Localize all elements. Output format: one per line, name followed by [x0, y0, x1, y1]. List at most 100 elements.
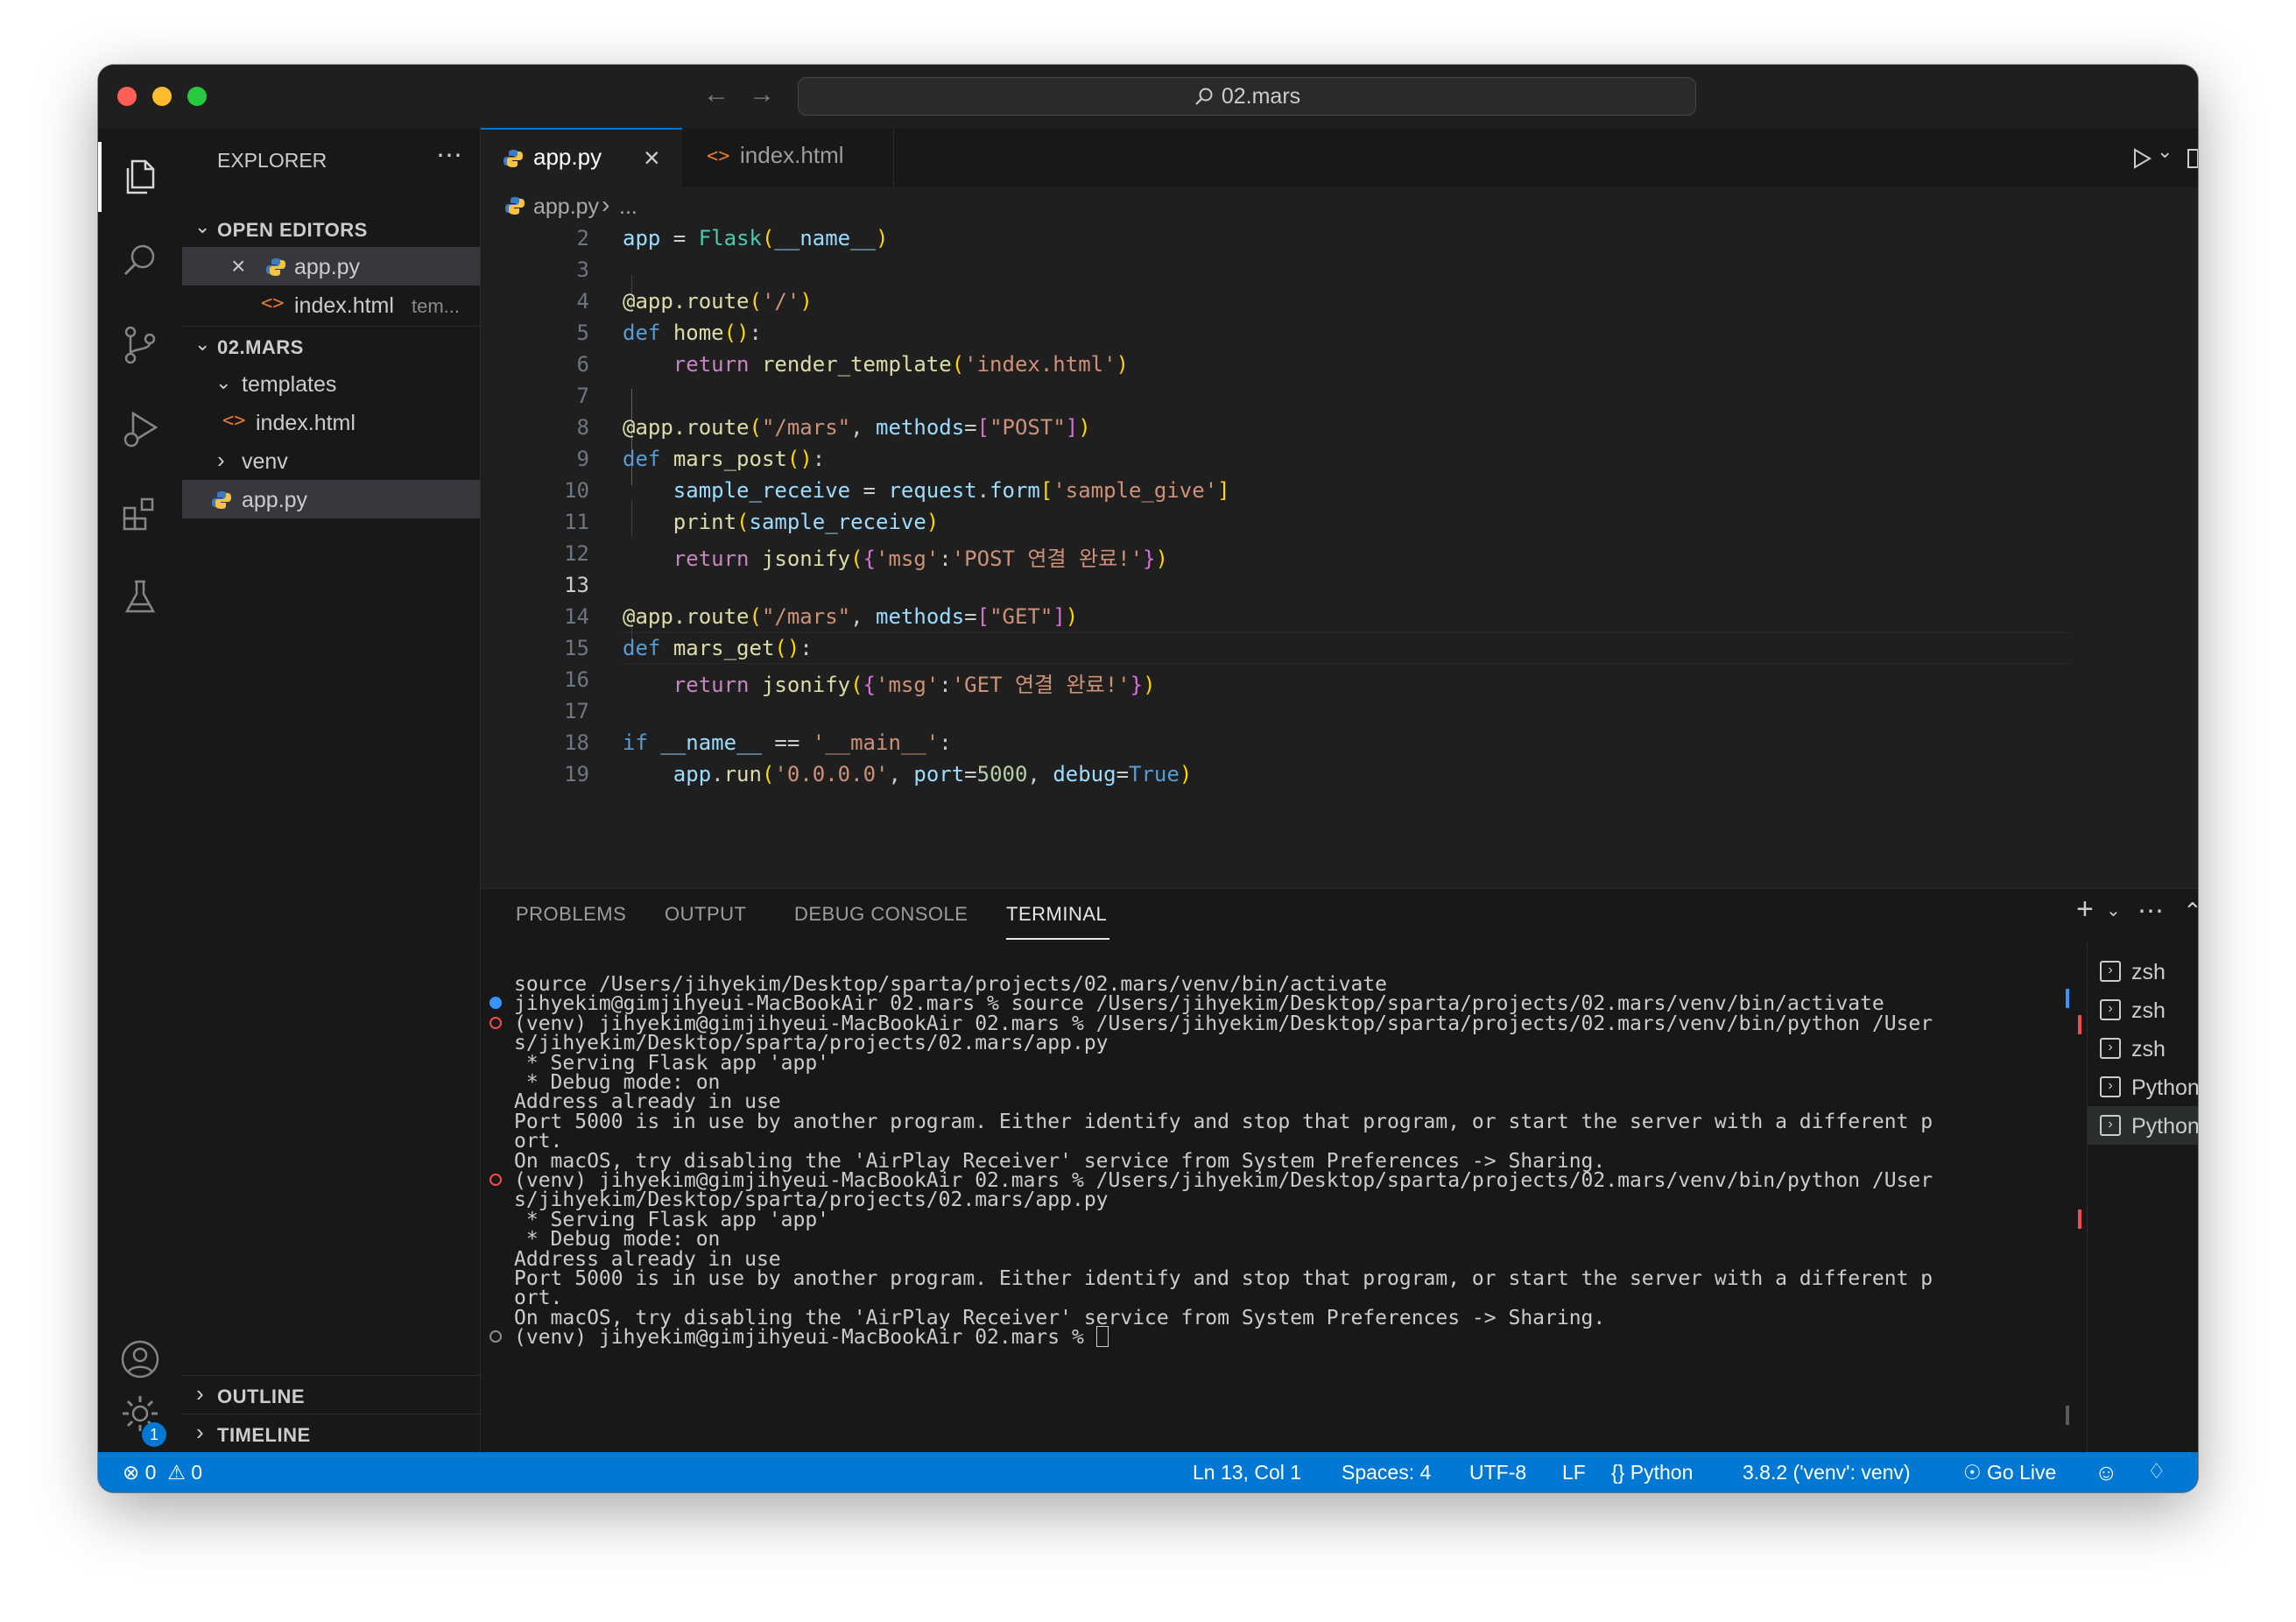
code-line: @app.route("/mars", methods=["GET"]) [623, 604, 1079, 629]
python-file-icon [505, 197, 525, 215]
active-tab-underline [1006, 938, 1109, 940]
editor-tabs: app.py × <> index.html ⌄ ⋯ [481, 128, 2198, 188]
python-file-icon [504, 150, 523, 167]
open-editor-index-html[interactable]: <> index.html tem... [182, 286, 480, 324]
feedback-icon[interactable]: ☺ [2095, 1452, 2118, 1492]
tab-index-html[interactable]: <> index.html [684, 128, 894, 187]
testing-activity[interactable] [98, 559, 182, 636]
terminal-list-item[interactable]: › Python [2088, 1068, 2198, 1106]
tab-output[interactable]: OUTPUT [665, 903, 746, 926]
terminal-list-item[interactable]: › zsh [2088, 952, 2198, 991]
extensions-activity[interactable] [98, 475, 182, 552]
bell-icon[interactable]: ♢ [2147, 1452, 2166, 1492]
breadcrumb-symbols[interactable]: ... [619, 194, 637, 220]
close-icon[interactable]: × [644, 142, 660, 174]
tree-folder-templates[interactable]: ⌄ templates [182, 364, 480, 403]
notification-badge: 1 [142, 1422, 166, 1447]
close-icon[interactable]: × [231, 252, 245, 280]
command-success-icon[interactable] [489, 997, 502, 1010]
tab-problems[interactable]: PROBLEMS [516, 903, 626, 926]
tab-terminal[interactable]: TERMINAL [1006, 903, 1107, 926]
encoding-status[interactable]: UTF-8 [1469, 1452, 1526, 1492]
html-file-icon: <> [707, 145, 730, 167]
breadcrumb: app.py › ... [481, 187, 2198, 226]
new-terminal-icon[interactable]: + [2076, 892, 2094, 927]
cursor-position[interactable]: Ln 13, Col 1 [1193, 1452, 1301, 1492]
close-window-button[interactable] [117, 87, 137, 106]
code-line: sample_receive = request.form['sample_gi… [673, 478, 1230, 503]
tree-file-index-html[interactable]: <> index.html [182, 403, 480, 441]
code-line: @app.route('/') [623, 289, 813, 314]
terminal-list-label: zsh [2131, 998, 2166, 1023]
split-editor-icon[interactable] [2187, 147, 2198, 170]
code-line: @app.route("/mars", methods=["POST"]) [623, 415, 1091, 440]
bottom-panel: PROBLEMS OUTPUT DEBUG CONSOLE TERMINAL +… [481, 888, 2198, 1453]
chevron-right-icon: › [217, 447, 225, 473]
open-editors-header[interactable]: ⌄ OPEN EDITORS [182, 208, 480, 247]
forward-arrow-icon[interactable]: → [744, 77, 779, 112]
terminal-output[interactable]: source /Users/jihyekim/Desktop/sparta/pr… [481, 973, 2087, 1446]
code-editor[interactable]: 2 3 4 5 6 7 8 9 10 11 12 13 14 15 16 17 … [481, 226, 2198, 888]
more-actions-icon[interactable]: ⋯ [2138, 896, 2166, 927]
code-line: return render_template('index.html') [673, 352, 1129, 377]
line-number: 13 [564, 573, 589, 597]
tree-item-label: app.py [242, 488, 308, 512]
code-line: return jsonify({'msg':'GET 연결 완료!'}) [673, 673, 1156, 697]
activity-bar: 1 [98, 128, 183, 1452]
tab-debug-console[interactable]: DEBUG CONSOLE [794, 903, 968, 926]
current-line-highlight [621, 632, 2071, 664]
maximize-panel-icon[interactable]: ⌃ [2183, 898, 2198, 925]
command-failed-icon[interactable] [489, 1174, 502, 1186]
python-file-icon [212, 491, 231, 509]
terminal-list-item[interactable]: › zsh [2088, 1029, 2198, 1068]
tree-item-label: index.html [256, 411, 356, 435]
eol-status[interactable]: LF [1562, 1452, 1586, 1492]
open-editor-app-py[interactable]: × app.py [182, 247, 480, 286]
command-failed-icon[interactable] [489, 1016, 502, 1029]
line-number: 10 [564, 478, 589, 503]
problems-status[interactable]: ⊗ 0 ⚠ 0 [123, 1452, 202, 1492]
chevron-down-icon[interactable]: ⌄ [2106, 899, 2121, 921]
run-icon[interactable] [2130, 147, 2153, 170]
source-control-activity[interactable] [98, 307, 182, 384]
terminal-line: Port 5000 is in use by another program. … [514, 1110, 1933, 1133]
outline-header[interactable]: › OUTLINE [182, 1375, 480, 1414]
tab-app-py[interactable]: app.py × [481, 128, 682, 187]
timeline-header[interactable]: › TIMELINE [182, 1414, 480, 1452]
chevron-down-icon[interactable]: ⌄ [2157, 140, 2173, 163]
terminal-list-item[interactable]: › zsh [2088, 991, 2198, 1029]
line-number: 6 [576, 352, 589, 377]
project-header[interactable]: ⌄ 02.MARS [182, 326, 480, 364]
chevron-down-icon: ⌄ [215, 371, 232, 393]
breadcrumb-file[interactable]: app.py [533, 194, 599, 220]
terminal-line: (venv) jihyekim@gimjihyeui-MacBookAir 02… [514, 1326, 1109, 1349]
maximize-window-button[interactable] [187, 87, 207, 106]
go-live-button[interactable]: ☉ Go Live [1963, 1452, 2056, 1492]
tree-folder-venv[interactable]: › venv [182, 441, 480, 480]
html-file-icon: <> [222, 410, 246, 432]
source-control-icon [124, 326, 156, 364]
scroll-marker [2078, 1209, 2081, 1229]
more-actions-icon[interactable]: ⋯ [436, 140, 464, 171]
terminal-list: › zsh › zsh › zsh › Python › Python [2087, 941, 2198, 1453]
terminal-list-label: zsh [2131, 960, 2166, 984]
language-status[interactable]: {} Python [1611, 1452, 1693, 1492]
line-number: 15 [564, 636, 589, 660]
run-debug-activity[interactable] [98, 391, 182, 468]
line-number: 7 [576, 384, 589, 408]
search-activity[interactable] [98, 222, 182, 300]
manage-activity[interactable]: 1 [98, 1375, 182, 1452]
explorer-activity[interactable] [98, 138, 182, 215]
terminal-list-item[interactable]: › Python [2088, 1106, 2198, 1145]
interpreter-status[interactable]: 3.8.2 ('venv': venv) [1743, 1452, 1911, 1492]
back-arrow-icon[interactable]: ← [699, 77, 734, 112]
terminal-list-label: Python [2131, 1075, 2198, 1100]
command-pending-icon[interactable] [489, 1330, 502, 1343]
chevron-down-icon: ⌄ [194, 215, 211, 237]
minimize-window-button[interactable] [152, 87, 172, 106]
timeline-label: TIMELINE [217, 1424, 311, 1446]
code-line: def mars_get(): [623, 636, 813, 660]
command-center-search[interactable]: 02.mars [798, 77, 1696, 116]
indentation-status[interactable]: Spaces: 4 [1342, 1452, 1431, 1492]
tree-file-app-py[interactable]: app.py [182, 480, 480, 518]
